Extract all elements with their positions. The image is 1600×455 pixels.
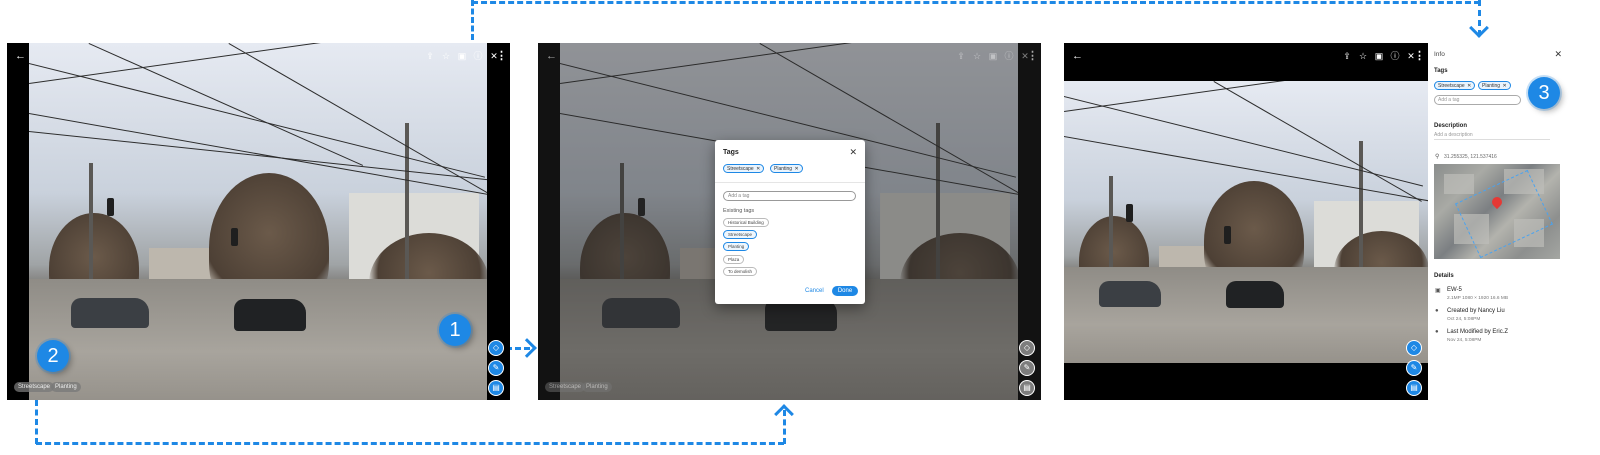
close-icon[interactable]: ✕	[849, 147, 857, 158]
location-map[interactable]	[1434, 164, 1560, 259]
details-heading: Details	[1434, 273, 1454, 279]
modified-date: Nov 24, 5:08PM	[1447, 338, 1482, 343]
star-icon[interactable]: ☆	[441, 51, 451, 61]
more-vertical-icon[interactable]: ⋮	[1414, 49, 1425, 62]
divider	[715, 182, 865, 183]
file-name: EW-5	[1447, 287, 1462, 293]
edit-icon[interactable]: ✎	[488, 360, 504, 376]
cancel-button[interactable]: Cancel	[805, 288, 824, 294]
edit-icon[interactable]: ✎	[1019, 360, 1035, 376]
existing-tag-chip[interactable]: Historical Building	[723, 218, 769, 227]
person-icon: ●	[1435, 308, 1439, 314]
back-icon[interactable]: ←	[546, 50, 557, 62]
more-vertical-icon[interactable]: ⋮	[1027, 49, 1038, 62]
modified-by: Last Modified by Eric.Z	[1447, 329, 1509, 335]
toolbar: ⇪ ☆ ▣ ⓘ ✕	[425, 51, 499, 61]
flow-arrow-up-icon	[774, 404, 794, 424]
info-icon[interactable]: ⓘ	[1004, 51, 1014, 61]
photo-tag-chip: Streetscape	[14, 382, 55, 392]
image-file-icon: ▣	[1435, 288, 1441, 294]
existing-tags-label: Existing tags	[723, 208, 755, 214]
person-icon: ●	[1435, 329, 1439, 335]
existing-tag-chip[interactable]: To demolish	[723, 267, 758, 276]
created-date: Oct 24, 5:08PM	[1447, 317, 1481, 322]
photo-viewer-3: ← ⇪ ☆ ▣ ⓘ ✕ ⋮ ◇ ✎ ▤	[1064, 43, 1428, 400]
step-badge-3: 3	[1528, 77, 1560, 109]
image-icon[interactable]: ▤	[1406, 380, 1422, 396]
tag-label: Streetscape	[727, 166, 754, 172]
existing-tag-chip[interactable]: Planting	[723, 242, 750, 251]
back-icon[interactable]: ←	[15, 50, 26, 62]
flow-arrow-down-icon	[1469, 18, 1489, 38]
photo-tag-chip: Streetscape	[545, 382, 586, 392]
tag-icon[interactable]: ◇	[1406, 340, 1422, 356]
star-icon[interactable]: ☆	[1358, 51, 1368, 61]
image-icon[interactable]: ▤	[488, 380, 504, 396]
remove-tag-icon[interactable]: ✕	[1467, 83, 1471, 89]
flow-arrow-right-icon	[517, 338, 537, 358]
toolbar: ⇪ ☆ ▣ ⓘ ✕	[1342, 51, 1416, 61]
selected-tag-chip[interactable]: Streetscape ✕	[723, 164, 765, 173]
close-icon[interactable]: ✕	[1554, 49, 1562, 60]
description-heading: Description	[1434, 123, 1468, 129]
created-by: Created by Nancy Liu	[1447, 308, 1505, 314]
existing-tag-chip[interactable]: Plaza	[723, 255, 745, 264]
info-icon[interactable]: ⓘ	[473, 51, 483, 61]
flow-connector-top-left	[471, 0, 474, 40]
image-icon[interactable]: ▤	[1019, 380, 1035, 396]
tag-label: Planting	[774, 166, 793, 172]
share-icon[interactable]: ⇪	[425, 51, 435, 61]
tag-label: Planting	[1482, 83, 1501, 89]
remove-tag-icon[interactable]: ✕	[756, 166, 760, 172]
selected-tag-chip[interactable]: Planting ✕	[770, 164, 803, 173]
remove-tag-icon[interactable]: ✕	[1502, 83, 1506, 89]
photo-viewer-1: ← ⇪ ☆ ▣ ⓘ ✕ ⋮ ◇ ✎ ▤ Streetscape Planting	[7, 43, 510, 400]
info-tag-chip[interactable]: Streetscape ✕	[1434, 81, 1476, 90]
star-icon[interactable]: ☆	[972, 51, 982, 61]
photo-tag-chip: Planting	[582, 382, 612, 392]
street-photo	[29, 43, 487, 400]
flow-connector-bottom	[36, 442, 784, 445]
share-icon[interactable]: ⇪	[956, 51, 966, 61]
file-meta: 2.1MP 1080 × 1920 16.6 MB	[1447, 296, 1509, 301]
tags-heading: Tags	[1434, 68, 1448, 74]
tag-icon[interactable]: ◇	[1019, 340, 1035, 356]
tag-icon[interactable]: ◇	[488, 340, 504, 356]
toolbar: ⇪ ☆ ▣ ⓘ ✕	[956, 51, 1030, 61]
step-badge-1: 1	[439, 314, 471, 346]
gallery-icon[interactable]: ▣	[988, 51, 998, 61]
add-tag-input[interactable]: Add a tag	[723, 191, 856, 201]
tags-dialog: Tags ✕ Streetscape ✕ Planting ✕ Add a ta…	[715, 140, 865, 304]
add-tag-input[interactable]: Add a tag	[1434, 95, 1521, 105]
dialog-title: Tags	[723, 149, 739, 156]
done-button[interactable]: Done	[832, 286, 858, 296]
info-tag-chip[interactable]: Planting ✕	[1478, 81, 1511, 90]
flow-connector-bottom-left	[35, 400, 38, 444]
photo-tag-chip: Planting	[51, 382, 81, 392]
existing-tag-chip[interactable]: Streetscape	[723, 230, 758, 239]
more-vertical-icon[interactable]: ⋮	[496, 49, 507, 62]
back-icon[interactable]: ←	[1072, 50, 1083, 62]
divider	[1434, 139, 1550, 140]
remove-tag-icon[interactable]: ✕	[794, 166, 798, 172]
location-pin-icon: ⚲	[1435, 154, 1440, 160]
edit-icon[interactable]: ✎	[1406, 360, 1422, 376]
gallery-icon[interactable]: ▣	[1374, 51, 1384, 61]
flow-connector-top	[472, 1, 1480, 4]
street-photo	[1064, 81, 1428, 363]
step-badge-2: 2	[37, 340, 69, 372]
location-coordinates: 31.255325, 121.537416	[1444, 154, 1497, 160]
gallery-icon[interactable]: ▣	[457, 51, 467, 61]
share-icon[interactable]: ⇪	[1342, 51, 1352, 61]
description-input[interactable]: Add a description	[1434, 132, 1473, 138]
info-icon[interactable]: ⓘ	[1390, 51, 1400, 61]
info-title: Info	[1434, 51, 1445, 58]
tag-label: Streetscape	[1438, 83, 1465, 89]
